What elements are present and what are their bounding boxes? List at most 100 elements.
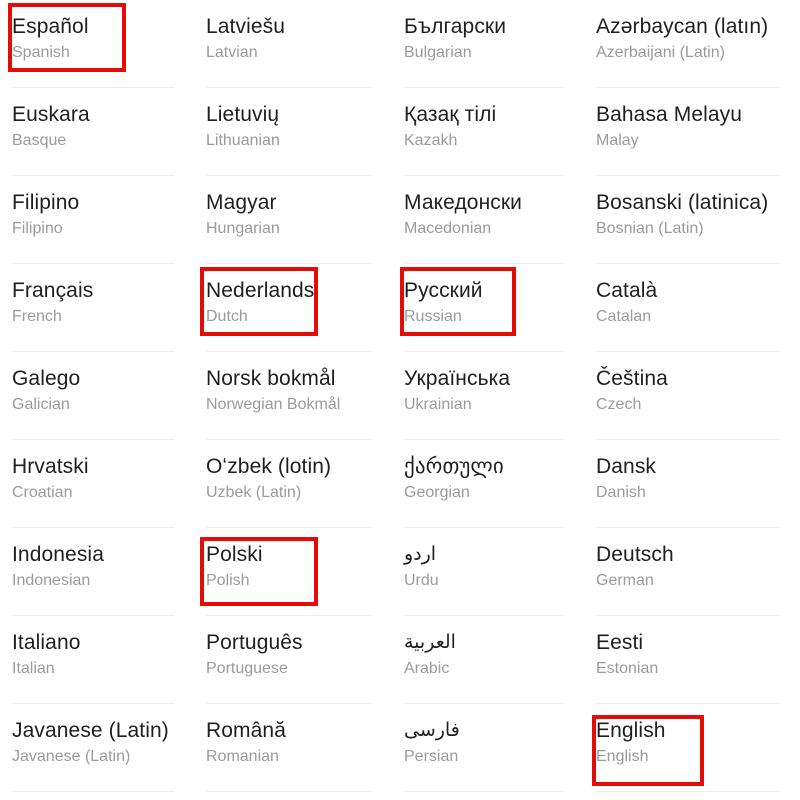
language-native-name: Қазақ тілі — [404, 103, 497, 126]
language-item[interactable]: Български Bulgarian — [392, 0, 584, 88]
language-item[interactable]: Azərbaycan (latın) Azerbaijani (Latin) — [584, 0, 800, 88]
language-native-name: فارسی — [404, 720, 460, 741]
language-native-name: Русский — [404, 279, 483, 302]
language-english-name: Ukrainian — [404, 396, 472, 413]
language-native-name: Македонски — [404, 191, 522, 214]
language-item[interactable]: العربية Arabic — [392, 616, 584, 704]
language-item[interactable]: اردو Urdu — [392, 528, 584, 616]
language-english-name: Romanian — [206, 748, 279, 765]
language-item[interactable]: ქართული Georgian — [392, 440, 584, 528]
language-item[interactable]: Javanese (Latin) Javanese (Latin) — [0, 704, 194, 792]
language-item[interactable]: Deutsch German — [584, 528, 800, 616]
language-native-name: Čeština — [596, 367, 668, 390]
language-item[interactable]: Bahasa Melayu Malay — [584, 88, 800, 176]
language-item[interactable]: Indonesia Indonesian — [0, 528, 194, 616]
language-english-name: Basque — [12, 132, 67, 149]
language-english-name: Estonian — [596, 660, 659, 677]
language-native-name: Français — [12, 279, 94, 302]
language-native-name: Bahasa Melayu — [596, 103, 743, 126]
language-item[interactable]: Română Romanian — [194, 704, 392, 792]
language-english-name: Portuguese — [206, 660, 288, 677]
language-english-name: Azerbaijani (Latin) — [596, 44, 725, 61]
language-item[interactable]: Čeština Czech — [584, 352, 800, 440]
language-item[interactable]: Polski Polish — [194, 528, 392, 616]
language-native-name: Română — [206, 719, 286, 742]
language-grid: Español Spanish Latviešu Latvian Български Bu… — [0, 0, 800, 800]
language-item[interactable]: Bosanski (latinica) Bosnian (Latin) — [584, 176, 800, 264]
language-native-name: العربية — [404, 632, 456, 653]
language-english-name: Bosnian (Latin) — [596, 220, 704, 237]
language-item[interactable]: Català Catalan — [584, 264, 800, 352]
language-item[interactable]: Dansk Danish — [584, 440, 800, 528]
language-item[interactable]: Español Spanish — [0, 0, 194, 88]
language-native-name: Latviešu — [206, 15, 286, 38]
language-item[interactable]: English English — [584, 704, 800, 792]
language-item[interactable]: فارسی Persian — [392, 704, 584, 792]
language-item[interactable]: Nederlands Dutch — [194, 264, 392, 352]
language-native-name: Oʻzbek (lotin) — [206, 455, 332, 478]
language-native-name: Galego — [12, 367, 81, 390]
language-english-name: Georgian — [404, 484, 470, 501]
language-english-name: Italian — [12, 660, 55, 677]
language-english-name: Bulgarian — [404, 44, 472, 61]
language-native-name: ქართული — [404, 455, 504, 478]
language-native-name: Norsk bokmål — [206, 367, 336, 390]
language-native-name: Filipino — [12, 191, 80, 214]
language-native-name: Euskara — [12, 103, 90, 126]
language-native-name: Português — [206, 631, 303, 654]
language-native-name: Dansk — [596, 455, 657, 478]
language-english-name: Danish — [596, 484, 646, 501]
language-english-name: English — [596, 748, 649, 765]
language-english-name: Latvian — [206, 44, 258, 61]
language-english-name: Urdu — [404, 572, 439, 589]
language-english-name: Javanese (Latin) — [12, 748, 131, 765]
language-english-name: Uzbek (Latin) — [206, 484, 302, 501]
language-item[interactable]: Italiano Italian — [0, 616, 194, 704]
language-english-name: Polish — [206, 572, 250, 589]
language-item[interactable]: Македонски Macedonian — [392, 176, 584, 264]
language-native-name: Azərbaycan (latın) — [596, 15, 769, 38]
language-english-name: Russian — [404, 308, 462, 325]
language-item[interactable]: Magyar Hungarian — [194, 176, 392, 264]
language-english-name: Malay — [596, 132, 639, 149]
language-item[interactable]: Lietuvių Lithuanian — [194, 88, 392, 176]
language-english-name: Galician — [12, 396, 70, 413]
language-english-name: Spanish — [12, 44, 70, 61]
language-item[interactable]: Oʻzbek (lotin) Uzbek (Latin) — [194, 440, 392, 528]
language-item[interactable]: Қазақ тілі Kazakh — [392, 88, 584, 176]
language-english-name: Filipino — [12, 220, 63, 237]
language-native-name: Javanese (Latin) — [12, 719, 169, 742]
language-native-name: Українська — [404, 367, 511, 390]
language-english-name: Arabic — [404, 660, 450, 677]
language-item[interactable]: Galego Galician — [0, 352, 194, 440]
language-native-name: English — [596, 719, 666, 742]
language-english-name: Catalan — [596, 308, 652, 325]
language-item[interactable]: Русский Russian — [392, 264, 584, 352]
language-english-name: Persian — [404, 748, 459, 765]
language-english-name: German — [596, 572, 654, 589]
language-item[interactable]: Latviešu Latvian — [194, 0, 392, 88]
language-item[interactable]: Eesti Estonian — [584, 616, 800, 704]
language-native-name: Hrvatski — [12, 455, 89, 478]
language-english-name: French — [12, 308, 62, 325]
language-native-name: Español — [12, 15, 89, 38]
language-english-name: Dutch — [206, 308, 248, 325]
language-item[interactable]: Euskara Basque — [0, 88, 194, 176]
language-native-name: Eesti — [596, 631, 644, 654]
language-native-name: Bosanski (latinica) — [596, 191, 769, 214]
language-english-name: Croatian — [12, 484, 73, 501]
language-english-name: Czech — [596, 396, 642, 413]
language-item[interactable]: Français French — [0, 264, 194, 352]
language-item[interactable]: Hrvatski Croatian — [0, 440, 194, 528]
language-english-name: Lithuanian — [206, 132, 280, 149]
language-english-name: Macedonian — [404, 220, 492, 237]
language-item[interactable]: Українська Ukrainian — [392, 352, 584, 440]
language-native-name: Català — [596, 279, 658, 302]
language-native-name: اردو — [404, 544, 437, 565]
language-item[interactable]: Filipino Filipino — [0, 176, 194, 264]
language-english-name: Indonesian — [12, 572, 91, 589]
language-native-name: Polski — [206, 543, 263, 566]
language-item[interactable]: Português Portuguese — [194, 616, 392, 704]
language-native-name: Deutsch — [596, 543, 674, 566]
language-item[interactable]: Norsk bokmål Norwegian Bokmål — [194, 352, 392, 440]
